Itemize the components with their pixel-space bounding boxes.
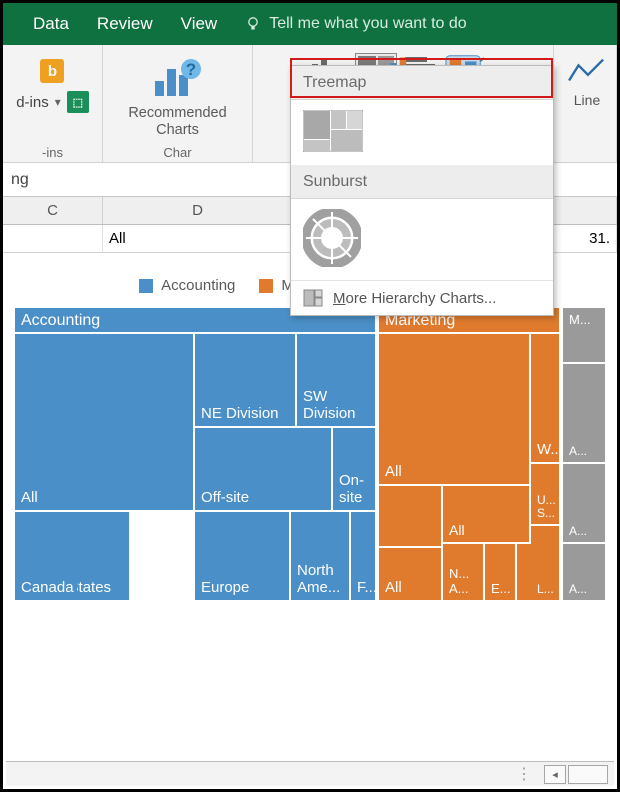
tm-acct-ne: NE Division [195,334,295,426]
cell-D[interactable]: All [103,225,293,252]
sparkline-line-icon[interactable] [564,53,610,89]
tm-mkt-all2 [379,486,441,546]
legend-swatch-marketing [259,279,273,293]
tab-view[interactable]: View [181,14,218,34]
recommended-line1: Recommended [128,105,226,122]
group-sparklines: Line [553,45,617,162]
recommended-charts-icon: ? [152,55,204,101]
more-hierarchy-charts[interactable]: More Hierarchy Charts... [291,280,553,315]
tm-mkt-all1: All [379,334,529,484]
tab-data[interactable]: Data [33,14,69,34]
tm-acct-sw: SW Division [297,334,375,426]
tm-mkt-w: W... [531,334,559,462]
tm-acct-all: All [15,334,193,510]
lightbulb-icon [245,16,261,32]
tm-mkt-blank2 [517,544,531,600]
group-recommended-charts[interactable]: ? Recommended Charts Char [103,45,253,162]
tm-mgmt-a2: A... [563,464,605,542]
ribbon-tabs: Data Review View Tell me what you want t… [3,3,617,45]
tm-acct-f: F... [351,512,375,600]
formula-text: ng [11,171,29,189]
tm-mgmt-a3: A... [563,544,605,600]
addins-label: d-ins [16,94,49,111]
tell-me-search[interactable]: Tell me what you want to do [245,15,466,33]
hierarchy-icon [303,289,323,307]
tm-mkt-all3: All [379,548,441,600]
hierarchy-chart-dropdown: Treemap Sunburst More Hierarchy Charts..… [290,65,554,316]
tm-mgmt-a1: A... [563,364,605,462]
cell-C[interactable] [3,225,103,252]
col-C[interactable]: C [3,197,103,224]
tm-mgmt-m: M... [563,308,605,362]
tm-acct-canada: Canada [15,512,77,600]
tell-me-placeholder: Tell me what you want to do [269,15,466,33]
scroll-left-button[interactable]: ◂ [544,765,566,784]
group-addins: b d-ins ▾ ⬚ -ins [3,45,103,162]
sheet-scroll-strip: ⋮ ◂ [6,761,614,786]
tm-mkt-na: N...A... [443,544,483,600]
bing-addin-icon[interactable]: b [31,55,73,87]
horizontal-scrollbar[interactable] [568,765,608,784]
tm-mkt-us: U...S... [531,464,559,524]
col-D[interactable]: D [103,197,293,224]
legend-swatch-accounting [139,279,153,293]
tm-acct-europe: Europe [195,512,289,600]
drag-dots-icon: ⋮ [516,764,534,784]
group-label-charts: Char [103,145,252,160]
treemap-plot: Accounting All United States Canada NE D… [15,308,605,648]
sunburst-option[interactable] [303,209,361,272]
svg-text:?: ? [185,60,195,79]
chevron-down-icon[interactable]: ▾ [55,95,61,109]
tm-acct-onsite: On-site [333,428,375,510]
tm-acct-na: North Ame... [291,512,349,600]
people-addin-icon[interactable]: ⬚ [67,91,89,113]
legend-label-accounting: Accounting [161,277,235,294]
sparkline-label: Line [574,92,600,108]
dropdown-header-sunburst: Sunburst [291,165,553,199]
treemap-option[interactable] [303,110,363,157]
dropdown-header-treemap: Treemap [291,66,553,100]
tm-acct-offsite: Off-site [195,428,331,510]
group-label-addins: -ins [3,145,102,160]
recommended-line2: Charts [128,122,226,139]
tab-review[interactable]: Review [97,14,153,34]
tm-mkt-l: L... [531,526,559,600]
tm-mkt-all4: All [443,486,529,542]
tm-mkt-e: E... [485,544,515,600]
